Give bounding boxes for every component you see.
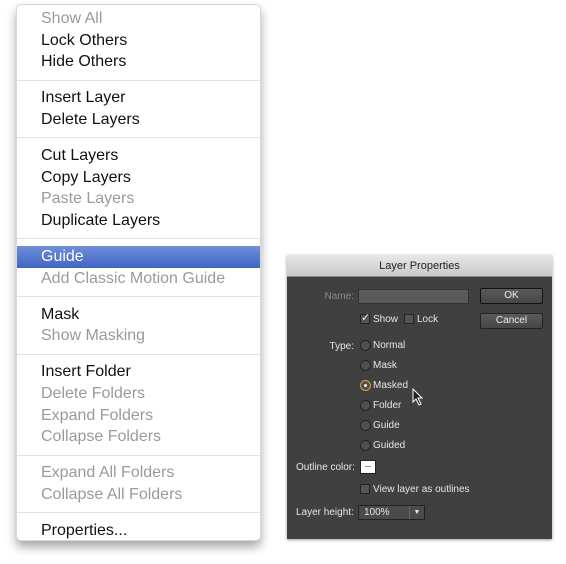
view-outlines-checkbox[interactable] xyxy=(360,484,370,494)
menu-separator xyxy=(17,131,260,145)
layer-height-value: 100% xyxy=(364,507,390,518)
menu-item-show-all[interactable]: Show All xyxy=(17,8,260,30)
lock-checkbox[interactable] xyxy=(404,314,414,324)
type-label-mask: Mask xyxy=(373,360,397,371)
name-input[interactable] xyxy=(358,289,469,304)
outline-color-swatch[interactable]: -- xyxy=(360,460,376,474)
menu-item-add-classic-motion-guide[interactable]: Add Classic Motion Guide xyxy=(17,268,260,290)
menu-item-insert-layer[interactable]: Insert Layer xyxy=(17,87,260,109)
cancel-button[interactable]: Cancel xyxy=(480,313,543,329)
layer-height-label: Layer height: xyxy=(296,507,354,518)
menu-item-hide-others[interactable]: Hide Others xyxy=(17,51,260,73)
menu-separator xyxy=(17,347,260,361)
menu-separator xyxy=(17,506,260,520)
menu-separator xyxy=(17,448,260,462)
show-label: Show xyxy=(373,314,399,325)
type-radio-mask[interactable] xyxy=(360,360,371,371)
type-label-guided: Guided xyxy=(373,440,406,451)
layer-height-select[interactable]: 100% ▼ xyxy=(358,505,425,520)
layer-properties-dialog: Layer Properties Name: OK Cancel ✓ Show … xyxy=(287,255,552,539)
menu-separator xyxy=(17,289,260,303)
view-outlines-label: View layer as outlines xyxy=(373,484,470,495)
layer-context-menu: Show All Lock Others Hide Others Insert Lay… xyxy=(16,4,261,541)
ok-button[interactable]: OK xyxy=(480,288,543,304)
menu-item-delete-layers[interactable]: Delete Layers xyxy=(17,109,260,131)
menu-item-collapse-folders[interactable]: Collapse Folders xyxy=(17,426,260,448)
menu-item-delete-folders[interactable]: Delete Folders xyxy=(17,383,260,405)
name-label: Name: xyxy=(324,291,354,302)
menu-item-expand-folders[interactable]: Expand Folders xyxy=(17,405,260,427)
mouse-cursor-icon xyxy=(412,388,424,406)
checkmark-icon: ✓ xyxy=(361,312,371,324)
type-radio-normal[interactable] xyxy=(360,340,371,351)
menu-separator xyxy=(17,73,260,87)
type-radio-folder[interactable] xyxy=(360,400,371,411)
menu-separator xyxy=(17,232,260,246)
menu-item-guide[interactable]: Guide xyxy=(17,246,260,268)
menu-item-lock-others[interactable]: Lock Others xyxy=(17,30,260,52)
menu-item-show-masking[interactable]: Show Masking xyxy=(17,325,260,347)
chevron-down-icon: ▼ xyxy=(409,506,424,519)
dialog-title: Layer Properties xyxy=(287,255,552,277)
menu-item-mask[interactable]: Mask xyxy=(17,304,260,326)
lock-label: Lock xyxy=(417,314,439,325)
type-label-masked: Masked xyxy=(373,380,409,391)
menu-item-paste-layers[interactable]: Paste Layers xyxy=(17,188,260,210)
type-radio-masked[interactable] xyxy=(360,380,371,391)
type-label-folder: Folder xyxy=(373,400,402,411)
menu-item-insert-folder[interactable]: Insert Folder xyxy=(17,361,260,383)
type-radio-guide[interactable] xyxy=(360,420,371,431)
menu-item-expand-all-folders[interactable]: Expand All Folders xyxy=(17,462,260,484)
type-label-guide: Guide xyxy=(373,420,400,431)
show-checkbox[interactable]: ✓ xyxy=(360,312,371,324)
menu-item-collapse-all-folders[interactable]: Collapse All Folders xyxy=(17,484,260,506)
menu-item-properties[interactable]: Properties... xyxy=(17,520,260,542)
type-label-normal: Normal xyxy=(373,340,406,351)
menu-item-cut-layers[interactable]: Cut Layers xyxy=(17,145,260,167)
outline-color-label: Outline color: xyxy=(296,462,355,473)
menu-item-duplicate-layers[interactable]: Duplicate Layers xyxy=(17,210,260,232)
type-label: Type: xyxy=(329,341,354,352)
menu-item-copy-layers[interactable]: Copy Layers xyxy=(17,167,260,189)
type-radio-guided[interactable] xyxy=(360,440,371,451)
